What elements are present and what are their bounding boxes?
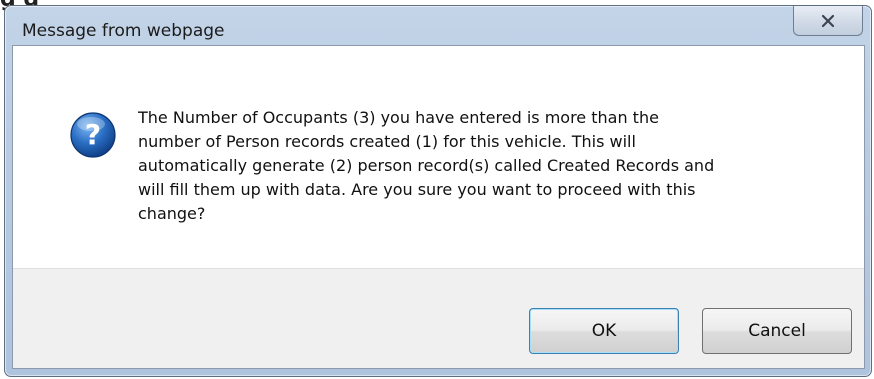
close-icon — [821, 14, 835, 27]
svg-text:?: ? — [85, 118, 101, 151]
message-area: ? The Number of Occupants (3) you have e… — [13, 46, 864, 268]
message-dialog: Message from webpage ? The Number of Occ… — [4, 5, 872, 377]
cancel-button[interactable]: Cancel — [702, 308, 852, 354]
message-text: The Number of Occupants (3) you have ent… — [138, 108, 715, 223]
question-icon: ? — [70, 112, 116, 158]
dialog-client-area: ? The Number of Occupants (3) you have e… — [12, 45, 865, 369]
page: g g Message from webpage — [0, 0, 874, 379]
ok-button[interactable]: OK — [529, 308, 679, 354]
dialog-title-bar[interactable]: Message from webpage — [5, 6, 871, 46]
close-button[interactable] — [793, 6, 863, 36]
button-area: OK Cancel — [13, 268, 864, 368]
dialog-title: Message from webpage — [22, 21, 225, 41]
